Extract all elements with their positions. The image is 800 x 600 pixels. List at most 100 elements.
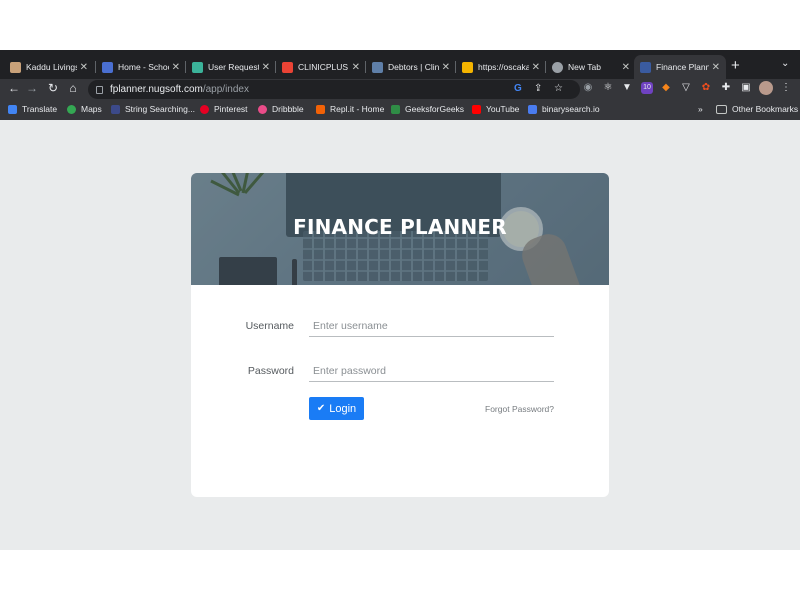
forward-arrow-icon[interactable]: → [24, 81, 40, 95]
login-button-label: Login [329, 402, 357, 415]
tab-favicon-icon [640, 61, 651, 73]
page-background: FINANCE PLANNER Username Password ✔ Logi… [0, 120, 800, 550]
tab-label: CLINICPLUS C [298, 62, 349, 72]
url-path: /app/index [202, 84, 249, 95]
menu-kebab-icon[interactable]: ⋮ [780, 82, 792, 94]
bookmark-translate[interactable]: Translate [8, 104, 57, 114]
tab-search-chevron-icon[interactable]: ⌄ [781, 58, 789, 69]
tab-close-icon[interactable]: ✕ [442, 62, 450, 73]
bookmark-label: Maps [81, 104, 102, 114]
tab-label: https://oscaka [478, 62, 529, 72]
tab-favicon-icon [10, 61, 21, 73]
metamask-icon[interactable]: ◆ [660, 82, 672, 94]
maps-icon [67, 104, 76, 114]
screen: Kaddu Livings ✕ Home - Schoo ✕ User Requ… [0, 0, 800, 600]
youtube-icon [472, 104, 481, 114]
back-arrow-icon[interactable]: ← [6, 81, 22, 95]
folder-icon [716, 104, 727, 114]
bookmark-label: YouTube [486, 104, 520, 114]
bookmark-youtube[interactable]: YouTube [472, 104, 519, 114]
tab-label: Home - Schoo [118, 62, 169, 72]
address-bar[interactable]: fplanner.nugsoft.com /app/index G ⇪ ☆ [88, 80, 580, 99]
forgot-password-link[interactable]: Forgot Password? [474, 404, 554, 414]
tab-kaddu-livings[interactable]: Kaddu Livings ✕ [4, 55, 94, 79]
url-host: fplanner.nugsoft.com [110, 84, 203, 95]
password-row: Password [191, 358, 609, 398]
tab-debtors[interactable]: Debtors | Clin ✕ [366, 55, 456, 79]
bookmark-label: Translate [22, 104, 58, 114]
tab-finance-planner[interactable]: Finance Plann ✕ [634, 55, 726, 79]
bookmark-label: binarysearch.io [542, 104, 600, 114]
tab-favicon-icon [462, 61, 473, 73]
chrome-icon [552, 61, 563, 73]
other-bookmarks[interactable]: Other Bookmarks [716, 104, 798, 114]
extension-triangle-icon[interactable]: ▽ [680, 82, 692, 94]
share-icon[interactable]: ⇪ [534, 83, 542, 94]
tab-label: Debtors | Clin [388, 62, 439, 72]
login-button[interactable]: ✔ Login [309, 397, 364, 420]
password-label: Password [247, 365, 294, 377]
figma-icon[interactable]: ✿ [700, 82, 712, 94]
bookmark-pinterest[interactable]: Pinterest [200, 104, 248, 114]
extension-badge-icon[interactable]: 10 [641, 82, 653, 94]
check-icon: ✔ [316, 403, 326, 414]
bookmark-label: GeeksforGeeks [405, 104, 465, 114]
bookmark-dribbble[interactable]: Dribbble [258, 104, 304, 114]
bookmark-label: String Searching... [125, 104, 195, 114]
reload-icon[interactable]: ↻ [45, 81, 61, 95]
side-panel-icon[interactable]: ▣ [740, 82, 752, 94]
tab-clinicplus[interactable]: CLINICPLUS C ✕ [276, 55, 366, 79]
password-input[interactable] [309, 360, 554, 382]
replit-icon [316, 104, 325, 114]
binarysearch-icon [528, 104, 537, 114]
extension-react-icon[interactable]: ⚛ [602, 82, 614, 94]
dribbble-icon [258, 104, 267, 114]
bookmark-label: Dribbble [272, 104, 304, 114]
bookmark-label: Pinterest [214, 104, 248, 114]
tab-favicon-icon [372, 61, 383, 73]
browser-chrome: Kaddu Livings ✕ Home - Schoo ✕ User Requ… [0, 50, 800, 120]
bookmark-label: Repl.it - Home [330, 104, 385, 114]
tab-home-school[interactable]: Home - Schoo ✕ [96, 55, 186, 79]
bookmark-icon [111, 104, 120, 114]
tab-favicon-icon [102, 61, 113, 73]
bookmark-maps[interactable]: Maps [67, 104, 102, 114]
tab-close-icon[interactable]: ✕ [262, 62, 270, 73]
tab-user-request[interactable]: User Request ✕ [186, 55, 276, 79]
bookmark-geeksforgeeks[interactable]: GeeksforGeeks [391, 104, 464, 114]
tab-label: Kaddu Livings [26, 62, 77, 72]
username-row: Username [191, 313, 609, 353]
google-icon[interactable]: G [514, 83, 522, 94]
app-title: FINANCE PLANNER [293, 215, 507, 239]
tab-strip: Kaddu Livings ✕ Home - Schoo ✕ User Requ… [0, 50, 800, 79]
bookmark-replit[interactable]: Repl.it - Home [316, 104, 384, 114]
extensions-puzzle-icon[interactable]: ✚ [720, 82, 732, 94]
tab-close-icon[interactable]: ✕ [80, 62, 88, 73]
login-card: FINANCE PLANNER Username Password ✔ Logi… [191, 173, 609, 497]
tab-oscaka[interactable]: https://oscaka ✕ [456, 55, 546, 79]
bookmark-string-searching[interactable]: String Searching... [111, 104, 195, 114]
bookmark-star-icon[interactable]: ☆ [554, 83, 563, 94]
home-icon[interactable]: ⌂ [65, 81, 81, 95]
new-tab-button[interactable]: + [731, 57, 740, 74]
translate-icon [8, 104, 17, 114]
profile-avatar[interactable] [759, 81, 773, 95]
bookmark-binarysearch[interactable]: binarysearch.io [528, 104, 600, 114]
extension-vue-icon[interactable]: ▼ [621, 82, 633, 94]
login-banner: FINANCE PLANNER [191, 173, 609, 285]
tab-close-icon[interactable]: ✕ [532, 62, 540, 73]
pinterest-icon [200, 104, 209, 114]
tab-label: New Tab [568, 62, 601, 72]
extension-cast-icon[interactable]: ◉ [582, 82, 594, 94]
tab-label: User Request [208, 62, 259, 72]
tab-label: Finance Plann [656, 62, 709, 72]
username-input[interactable] [309, 315, 554, 337]
bookmarks-bar: Translate Maps String Searching... Pinte… [0, 100, 800, 120]
tab-close-icon[interactable]: ✕ [712, 62, 720, 73]
bookmarks-overflow-button[interactable]: » [698, 104, 703, 114]
tab-close-icon[interactable]: ✕ [172, 62, 180, 73]
tab-close-icon[interactable]: ✕ [622, 62, 630, 73]
tab-close-icon[interactable]: ✕ [352, 62, 360, 73]
gmail-icon [282, 61, 293, 73]
tab-new-tab[interactable]: New Tab ✕ [546, 55, 636, 79]
